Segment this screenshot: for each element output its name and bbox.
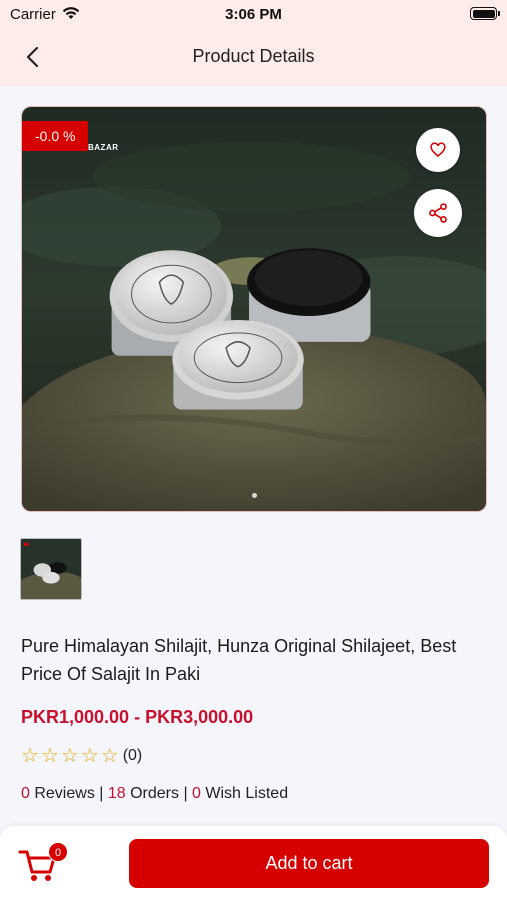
add-to-cart-button[interactable]: Add to cart	[129, 839, 489, 888]
share-button[interactable]	[414, 189, 462, 237]
star-empty-icon: ☆	[40, 745, 59, 767]
star-empty-icon: ☆	[100, 745, 119, 767]
product-image-carousel[interactable]: -0.0 % BAZAR	[21, 106, 487, 512]
star-empty-icon: ☆	[80, 745, 99, 767]
orders-count: 18	[107, 785, 126, 802]
rating-count: (0)	[122, 747, 143, 764]
wishlist-button[interactable]	[416, 128, 460, 172]
rating-stars[interactable]: ☆ ☆ ☆ ☆ ☆ (0)	[21, 746, 142, 766]
wishlist-label: Wish Listed	[200, 785, 289, 802]
orders-label: Orders |	[125, 785, 193, 802]
heart-icon	[430, 142, 446, 157]
discount-badge: -0.0 %	[22, 121, 89, 151]
clock: 3:06 PM	[225, 6, 282, 23]
page-title: Product Details	[192, 46, 315, 66]
cart-button[interactable]: 0	[18, 842, 68, 884]
thumbnail-photo	[21, 539, 81, 599]
bottom-action-bar: 0 Add to cart	[0, 826, 507, 900]
battery-icon	[470, 7, 500, 20]
price-range: PKR1,000.00 - PKR3,000.00	[21, 707, 254, 727]
reviews-count: 0	[21, 785, 30, 802]
product-thumbnail[interactable]	[20, 538, 82, 600]
image-brand-text: BAZAR	[88, 143, 119, 152]
wishlist-count: 0	[192, 785, 201, 802]
product-name: Pure Himalayan Shilajit, Hunza Original …	[21, 636, 457, 684]
reviews-label: Reviews |	[29, 785, 108, 802]
carousel-page-indicator[interactable]	[252, 493, 257, 498]
status-bar: Carrier 3:06 PM	[0, 0, 507, 28]
star-empty-icon: ☆	[60, 745, 79, 767]
product-stats: 0 Reviews | 18 Orders | 0 Wish Listed	[21, 785, 288, 803]
product-photo	[22, 107, 486, 511]
cart-count-badge: 0	[48, 842, 68, 862]
share-icon	[429, 203, 447, 223]
header-bar: Product Details	[0, 28, 507, 86]
star-empty-icon: ☆	[21, 745, 39, 767]
